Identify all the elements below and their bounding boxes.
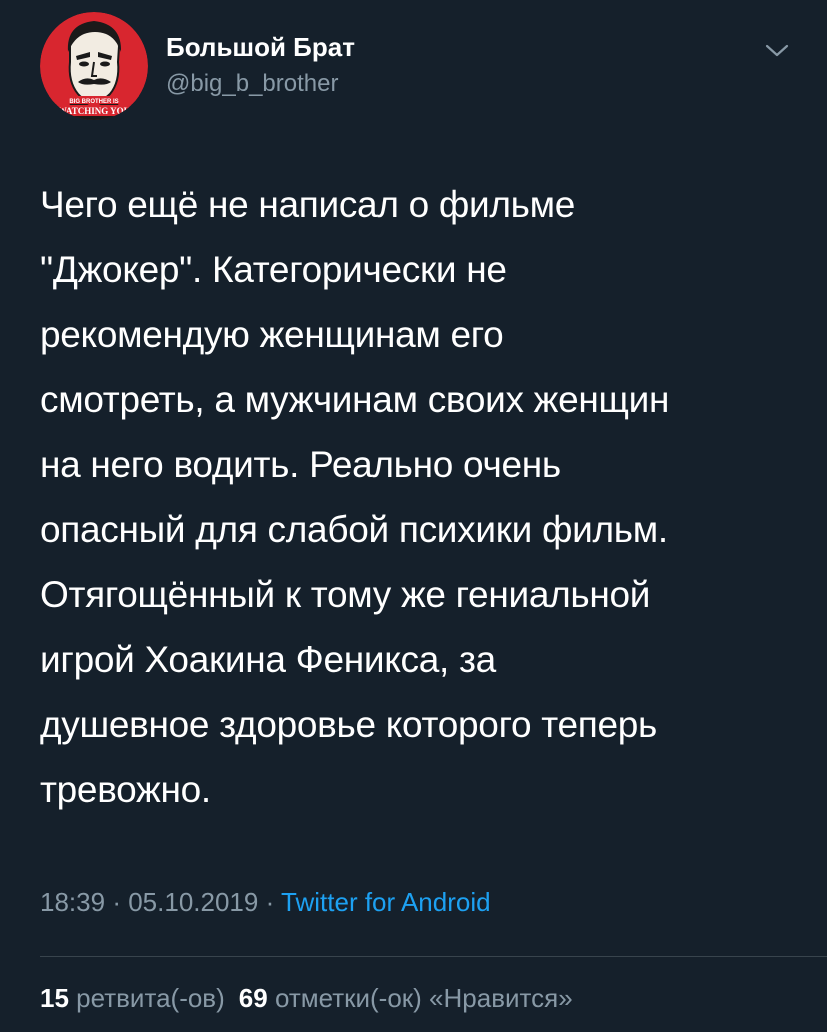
tweet-source-link[interactable]: Twitter for Android: [281, 887, 491, 917]
retweets-label: ретвита(-ов): [76, 983, 225, 1013]
tweet-line: "Джокер". Категорически не: [40, 249, 507, 290]
big-brother-poster-icon: BIG BROTHER IS WATCHING YOU: [40, 12, 148, 120]
tweet-line: Чего ещё не написал о фильме: [40, 184, 576, 225]
tweet-line: опасный для слабой психики фильм.: [40, 509, 668, 550]
likes-label: отметки(-ок) «Нравится»: [274, 983, 573, 1013]
avatar-caption-bottom: WATCHING YOU: [58, 106, 131, 116]
tweet-line: душевное здоровье которого теперь: [40, 704, 657, 745]
likes-count: 69: [238, 983, 268, 1013]
tweet-time[interactable]: 18:39: [40, 887, 105, 917]
avatar-caption-top: BIG BROTHER IS: [69, 99, 118, 105]
tweet-line: игрой Хоакина Феникса, за: [40, 639, 496, 680]
big-brother-avatar[interactable]: BIG BROTHER IS WATCHING YOU: [40, 12, 148, 120]
chevron-down-icon[interactable]: [764, 40, 790, 60]
author-name[interactable]: Большой Брат: [166, 32, 355, 63]
tweet-line: тревожно.: [40, 769, 211, 810]
divider: [40, 956, 827, 957]
retweets-stat[interactable]: 15 ретвита(-ов): [40, 983, 225, 1013]
tweet-date[interactable]: 05.10.2019: [128, 887, 258, 917]
meta-separator: ·: [265, 887, 275, 917]
tweet-text: Чего ещё не написал о фильме "Джокер". К…: [40, 172, 800, 822]
tweet-line: на него водить. Реально очень: [40, 444, 561, 485]
meta-separator: ·: [112, 887, 121, 917]
tweet-line: смотреть, а мужчинам своих женщин: [40, 379, 670, 420]
likes-stat[interactable]: 69 отметки(-ок) «Нравится»: [239, 983, 573, 1013]
author-handle[interactable]: @big_b_brother: [166, 70, 338, 98]
tweet-line: рекомендую женщинам его: [40, 314, 504, 355]
tweet-line: Отягощённый к тому же гениальной: [40, 574, 651, 615]
retweets-count: 15: [40, 983, 69, 1013]
tweet-stats: 15 ретвита(-ов) 69 отметки(-ок) «Нравится…: [40, 983, 573, 1014]
tweet-meta: 18:39 · 05.10.2019 · Twitter for Android: [40, 887, 491, 918]
